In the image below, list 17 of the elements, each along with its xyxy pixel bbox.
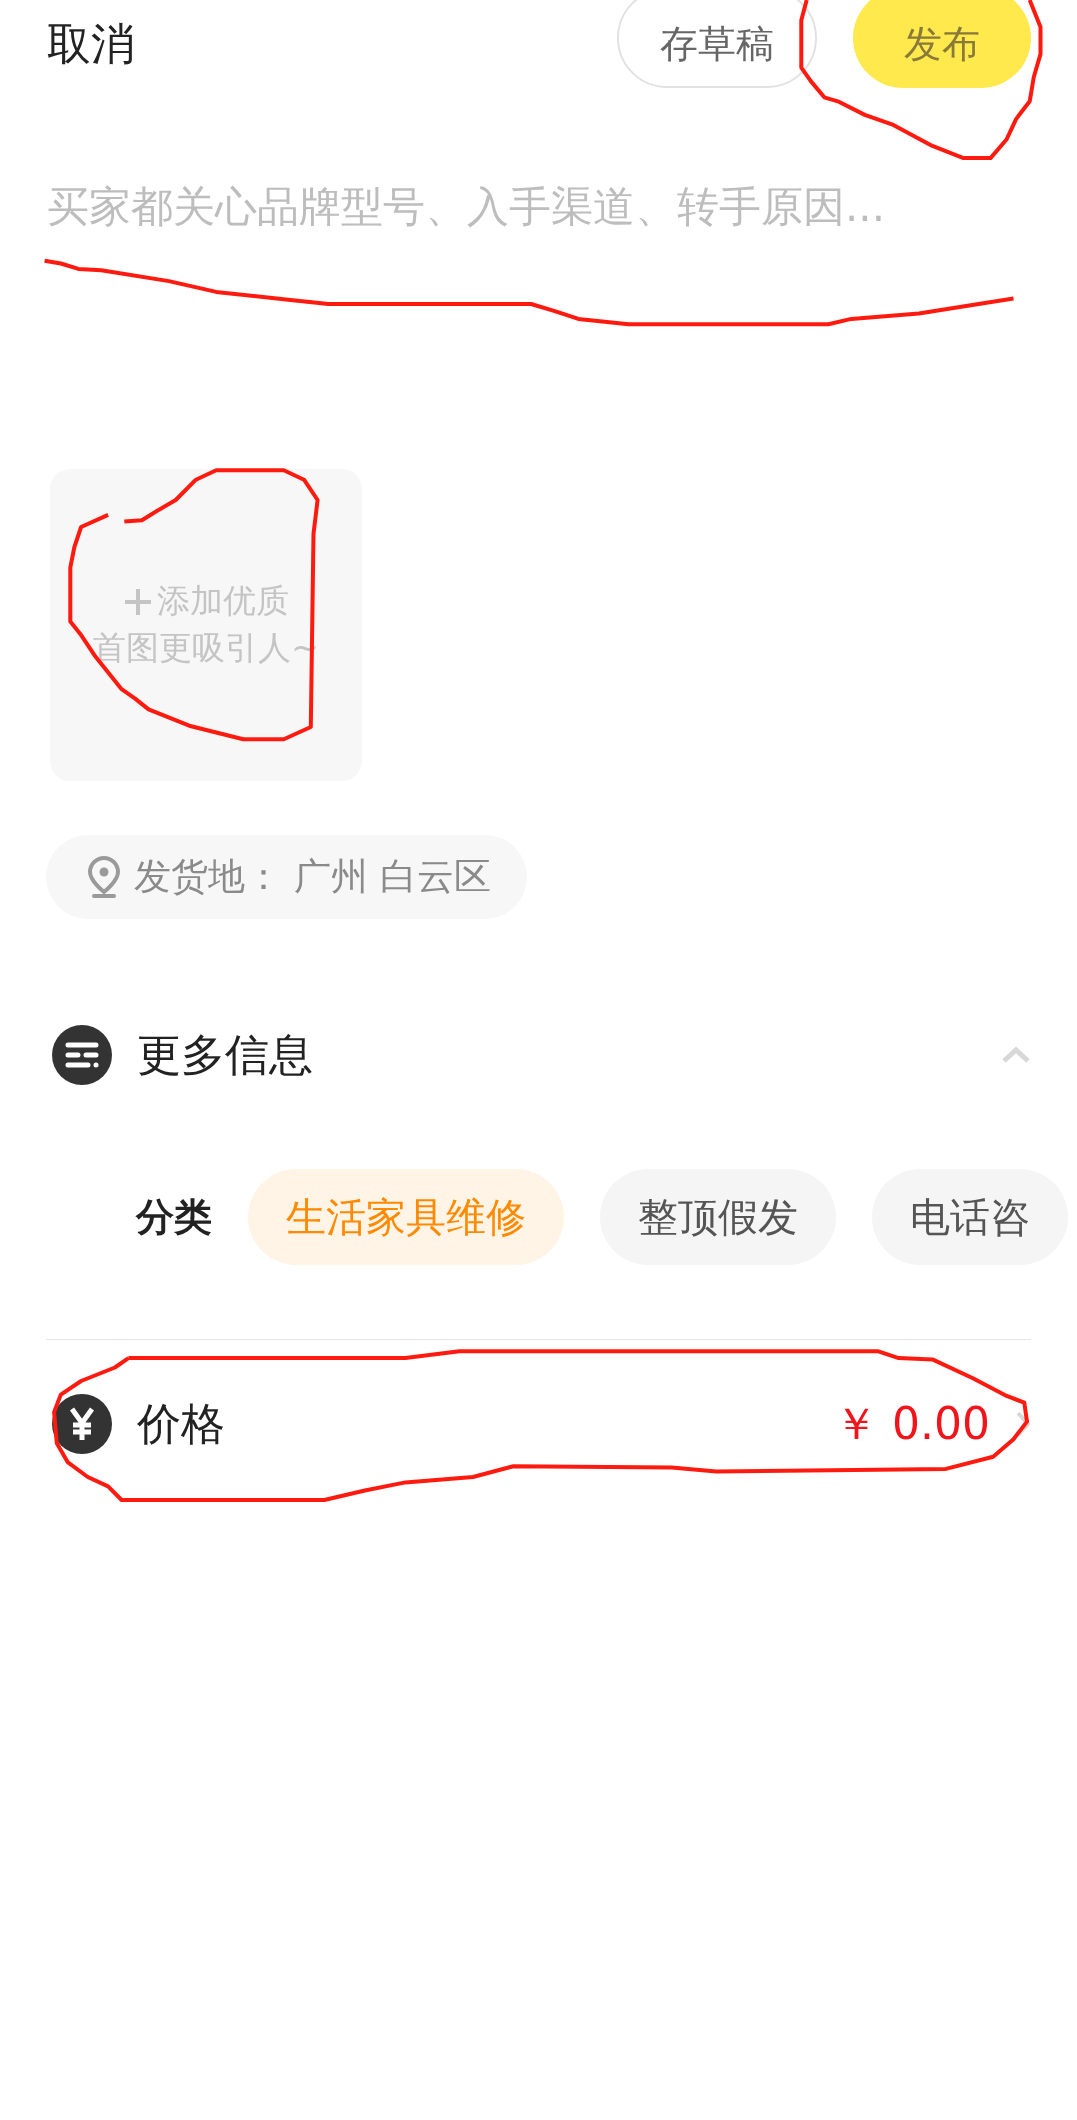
save-draft-button[interactable]: 存草稿 <box>617 0 817 88</box>
list-icon <box>52 1025 112 1085</box>
section-title: 更多信息 <box>137 1027 314 1082</box>
cancel-link[interactable]: 取消 <box>47 22 581 66</box>
price-label: 价格 <box>137 1396 226 1451</box>
category-chip[interactable]: 电话咨 <box>872 1169 1068 1265</box>
description-field[interactable]: 买家都关心品牌型号、入手渠道、转手原因... <box>47 176 1030 236</box>
location-pin-icon <box>86 855 122 899</box>
chevron-right-icon[interactable] <box>1015 1410 1031 1438</box>
category-label: 分类 <box>136 1193 212 1241</box>
price-value: ￥ 0.00 <box>834 1396 990 1451</box>
plus-icon <box>123 586 153 617</box>
category-chip[interactable]: 整顶假发 <box>600 1169 836 1265</box>
location-text: 发货地： 广州 白云区 <box>134 854 491 900</box>
publish-button[interactable]: 发布 <box>853 0 1031 88</box>
location-pill[interactable]: 发货地： 广州 白云区 <box>46 835 527 919</box>
yen-icon <box>52 1394 112 1454</box>
